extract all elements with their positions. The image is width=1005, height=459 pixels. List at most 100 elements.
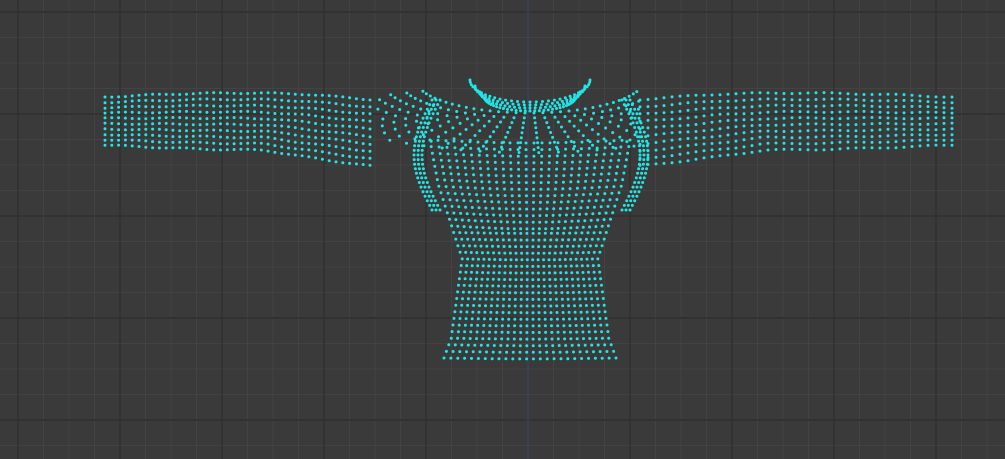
vertex-point: [532, 174, 536, 178]
vertex-point: [110, 143, 114, 147]
vertex-point: [579, 304, 582, 308]
vertex-point: [910, 145, 914, 148]
vertex-point: [638, 158, 642, 162]
vertex-point: [517, 103, 521, 107]
vertex-point: [481, 337, 485, 341]
vertex-point: [123, 133, 127, 137]
vertex-point: [483, 96, 487, 100]
vertex-point: [468, 225, 472, 229]
vertex-point: [910, 93, 914, 97]
vertex-point: [596, 303, 600, 307]
vertex-point: [597, 185, 601, 189]
vertex-point: [870, 122, 874, 126]
vertex-point: [488, 187, 492, 191]
vertex-point: [538, 200, 542, 204]
vertex-point: [542, 264, 546, 268]
vertex-point: [662, 124, 666, 128]
vertex-point: [766, 103, 770, 107]
vertex-point: [123, 138, 127, 142]
vertex-point: [117, 133, 121, 137]
vertex-point: [493, 160, 497, 164]
vertex-point: [266, 142, 270, 146]
vertex-point: [548, 271, 551, 275]
vertex-point: [144, 139, 148, 143]
vertex-point: [178, 98, 182, 102]
vertex-point: [678, 152, 682, 156]
vertex-point: [451, 323, 455, 327]
vertex-point: [512, 227, 516, 231]
vertex-point: [151, 99, 155, 102]
vertex-point: [421, 89, 425, 93]
vertex-point: [501, 231, 504, 235]
vertex-point: [253, 148, 256, 151]
vertex-point: [500, 141, 504, 145]
vertex-point: [556, 324, 560, 328]
vertex-point: [425, 126, 429, 129]
vertex-point: [498, 97, 502, 101]
vertex-point: [508, 105, 512, 109]
vertex-point: [620, 138, 624, 142]
vertex-point: [246, 92, 250, 95]
vertex-point: [597, 264, 601, 267]
vertex-point: [539, 187, 543, 191]
vertex-point: [702, 107, 706, 110]
viewport-canvas[interactable]: [0, 0, 1005, 459]
vertex-point: [590, 237, 594, 241]
vertex-point: [560, 297, 564, 301]
vertex-point: [178, 129, 182, 133]
vertex-point: [507, 317, 511, 321]
vertex-point: [742, 91, 746, 95]
vertex-point: [670, 124, 674, 128]
vertex-point: [409, 94, 413, 98]
vertex-point: [593, 277, 597, 281]
vertex-point: [630, 103, 634, 107]
3d-viewport[interactable]: [0, 0, 1005, 459]
vertex-point: [110, 101, 114, 105]
vertex-point: [934, 133, 938, 137]
vertex-point: [455, 115, 459, 119]
vertex-point: [465, 310, 469, 314]
vertex-point: [429, 107, 433, 111]
vertex-point: [559, 110, 562, 114]
vertex-point: [686, 101, 690, 105]
vertex-point: [516, 141, 520, 145]
vertex-point: [543, 311, 547, 315]
vertex-point: [854, 103, 858, 107]
vertex-point: [457, 283, 460, 287]
vertex-point: [185, 98, 188, 102]
vertex-point: [605, 350, 609, 353]
vertex-point: [702, 156, 706, 160]
vertex-point: [525, 357, 529, 361]
vertex-point: [568, 187, 572, 191]
vertex-point: [846, 123, 850, 127]
vertex-point: [212, 141, 216, 145]
vertex-point: [910, 104, 914, 108]
vertex-point: [814, 104, 818, 108]
vertex-point: [561, 180, 565, 184]
vertex-point: [633, 190, 637, 194]
vertex-point: [376, 107, 380, 111]
vertex-point: [494, 226, 497, 230]
vertex-point: [280, 131, 284, 135]
vertex-point: [519, 238, 523, 242]
vertex-point: [572, 206, 576, 210]
vertex-point: [137, 138, 141, 142]
vertex-point: [512, 220, 516, 224]
vertex-point: [579, 310, 583, 314]
vertex-point: [854, 135, 858, 138]
vertex-point: [420, 153, 424, 157]
vertex-point: [583, 343, 587, 347]
vertex-point: [878, 92, 882, 96]
vertex-point: [575, 186, 579, 190]
vertex-point: [528, 100, 532, 104]
vertex-point: [137, 111, 141, 115]
vertex-point: [942, 121, 946, 125]
vertex-point: [314, 107, 318, 110]
vertex-point: [576, 219, 580, 223]
vertex-point: [838, 123, 842, 127]
vertex-point: [431, 194, 435, 198]
vertex-point: [533, 106, 537, 110]
vertex-point: [635, 185, 639, 189]
vertex-point: [458, 179, 461, 183]
vertex-point: [510, 99, 513, 103]
